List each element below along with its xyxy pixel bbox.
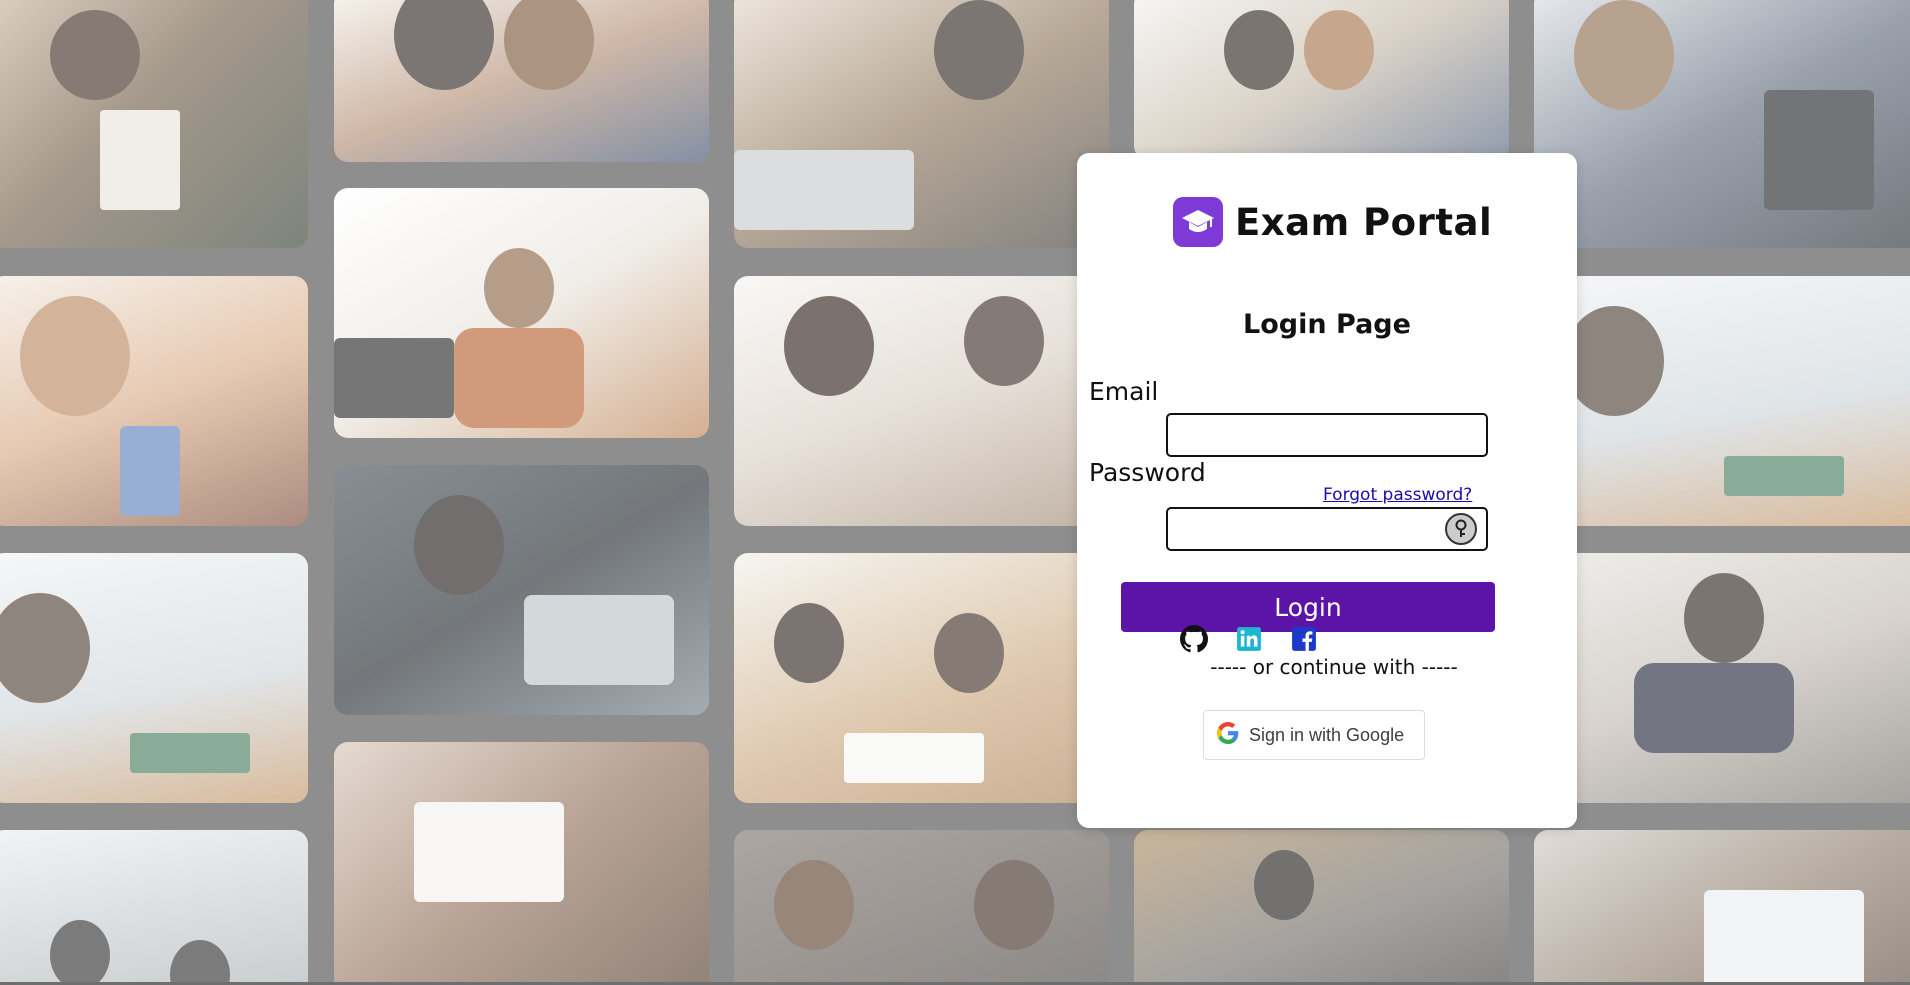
linkedin-icon[interactable] [1234,624,1264,654]
background-photo [734,830,1109,985]
background-photo [1534,553,1910,803]
email-label: Email [1089,377,1159,406]
password-field[interactable] [1166,507,1488,551]
background-photo [334,0,709,162]
background-photo [334,465,709,715]
key-icon[interactable] [1445,513,1477,545]
background-photo [1534,0,1910,248]
google-sign-in-button[interactable]: Sign in with Google [1203,710,1425,760]
background-photo [0,276,308,526]
password-label: Password [1089,458,1206,487]
continue-with-divider: ----- or continue with ----- [1210,655,1458,679]
background-photo [734,276,1109,526]
facebook-icon[interactable] [1289,624,1319,654]
graduation-cap-icon [1173,197,1223,247]
email-field[interactable] [1166,413,1488,457]
background-photo [0,830,308,985]
background-photo [0,0,308,248]
background-photo [1134,0,1509,160]
background-photo [0,553,308,803]
background-photo [1534,276,1910,526]
forgot-password-link[interactable]: Forgot password? [1323,485,1472,505]
background-photo-grid [0,0,1910,985]
background-photo [334,742,709,985]
brand-name: Exam Portal [1235,200,1493,244]
background-photo [1134,830,1509,985]
background-photo [734,0,1109,248]
page-title: Login Page [1243,309,1411,340]
google-icon [1217,721,1239,749]
background-photo [334,188,709,438]
background-photo [734,553,1109,803]
brand: Exam Portal [1173,197,1492,247]
github-icon[interactable] [1179,624,1209,654]
login-card: Exam Portal Login Page Email Password Fo… [1077,153,1577,828]
background-photo [1534,830,1910,985]
google-sign-in-label: Sign in with Google [1249,724,1405,745]
